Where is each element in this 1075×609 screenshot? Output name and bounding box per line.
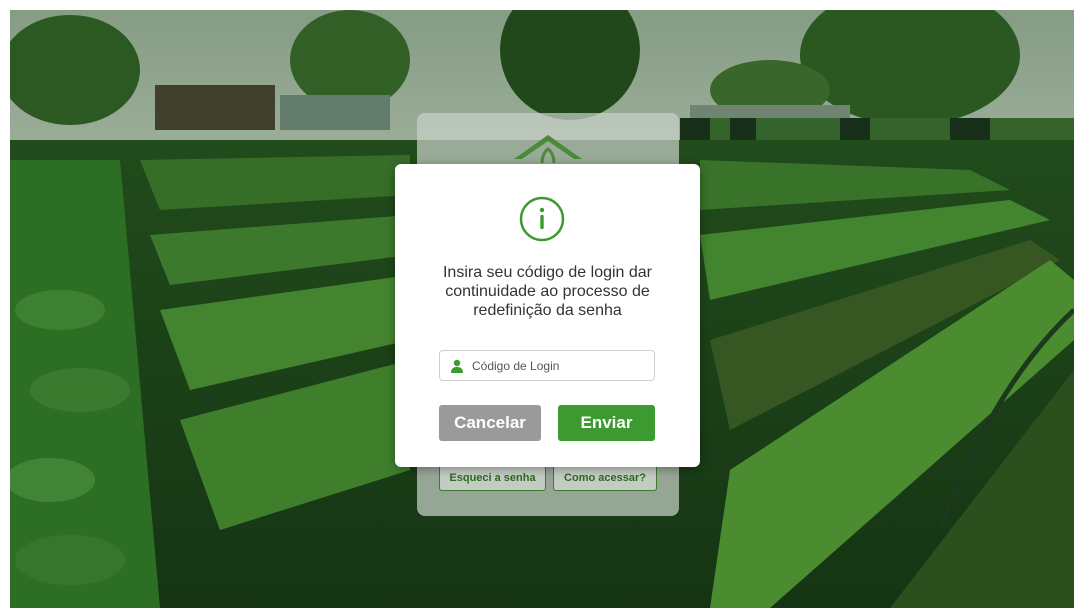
info-icon [519, 196, 565, 242]
send-button[interactable]: Enviar [558, 405, 655, 441]
forgot-password-link[interactable]: Esqueci a senha [439, 465, 546, 491]
login-code-field[interactable] [439, 350, 655, 381]
dialog-message: Insira seu código de login dar continuid… [442, 264, 653, 319]
cancel-button[interactable]: Cancelar [439, 405, 541, 441]
login-code-input[interactable] [472, 358, 642, 373]
user-icon [451, 359, 463, 373]
reset-password-dialog: Insira seu código de login dar continuid… [395, 164, 700, 467]
app-frame: Esqueci a senha Como acessar? Insira seu… [10, 10, 1074, 608]
how-to-access-link[interactable]: Como acessar? [553, 465, 657, 491]
